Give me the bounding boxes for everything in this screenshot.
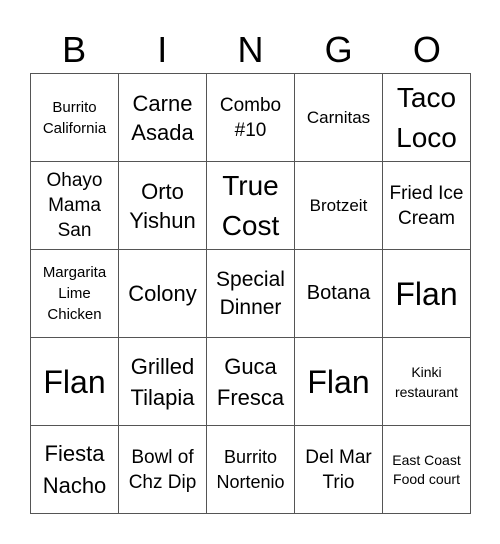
cell-text: Orto Yishun [129,178,196,233]
header-letter-g: G [324,29,353,70]
cell-text: Brotzeit [309,196,368,215]
header-letter-n: N [237,29,264,70]
cell-text: Guca Fresca [216,353,285,410]
cell-text: Del Mar Trio [305,446,372,493]
bingo-cell[interactable]: Brotzeit [295,162,383,250]
bingo-cell[interactable]: Special Dinner [207,250,295,338]
bingo-cell[interactable]: Colony [119,250,207,338]
cell-text: Colony [128,281,197,306]
bingo-cell[interactable]: Botana [295,250,383,338]
bingo-cell[interactable]: Carnitas [295,74,383,162]
bingo-cell[interactable]: Fiesta Nacho [31,426,119,514]
cell-text: Combo #10 [219,94,282,141]
cell-text: Botana [306,282,371,304]
bingo-cell[interactable]: Kinki restaurant [383,338,471,426]
cell-text: East Coast Food court [392,451,461,487]
cell-text: Flan [43,363,106,400]
cell-text: Flan [395,275,458,312]
bingo-cell[interactable]: Grilled Tilapia [119,338,207,426]
bingo-cell[interactable]: Combo #10 [207,74,295,162]
header-letter-o: O [412,29,441,70]
bingo-cell[interactable]: Fried Ice Cream [383,162,471,250]
bingo-cell[interactable]: Flan [295,338,383,426]
bingo-cell[interactable]: Carne Asada [119,74,207,162]
bingo-grid: Burrito California Carne Asada Combo #10… [30,73,471,514]
cell-text: Fiesta Nacho [42,440,107,498]
cell-text: Bowl of Chz Dip [128,446,197,493]
cell-text: True Cost [221,169,280,241]
cell-text: Fried Ice Cream [389,182,464,229]
cell-text: Taco Loco [396,81,457,153]
cell-text: Carnitas [306,108,371,127]
cell-text: Flan [307,363,370,400]
bingo-cell[interactable]: Burrito California [31,74,119,162]
cell-text: Special Dinner [216,267,285,319]
cell-text: Grilled Tilapia [130,353,195,410]
bingo-cell[interactable]: Flan [383,250,471,338]
bingo-cell[interactable]: True Cost [207,162,295,250]
bingo-cell[interactable]: Bowl of Chz Dip [119,426,207,514]
bingo-header: B I N G O [30,28,471,72]
bingo-cell[interactable]: Guca Fresca [207,338,295,426]
header-letter-b: B [62,29,87,70]
cell-text: Ohayo Mama San [46,170,103,241]
bingo-cell[interactable]: Flan [31,338,119,426]
bingo-cell[interactable]: East Coast Food court [383,426,471,514]
bingo-cell[interactable]: Margarita Lime Chicken [31,250,119,338]
bingo-cell[interactable]: Burrito Nortenio [207,426,295,514]
header-letter-i: I [157,29,168,70]
cell-text: Carne Asada [131,90,194,145]
bingo-cell[interactable]: Del Mar Trio [295,426,383,514]
cell-text: Kinki restaurant [394,363,459,400]
bingo-cell[interactable]: Orto Yishun [119,162,207,250]
bingo-cell[interactable]: Taco Loco [383,74,471,162]
bingo-cell[interactable]: Ohayo Mama San [31,162,119,250]
cell-text: Margarita Lime Chicken [42,264,107,323]
cell-text: Burrito Nortenio [216,446,285,492]
cell-text: Burrito California [42,98,107,137]
